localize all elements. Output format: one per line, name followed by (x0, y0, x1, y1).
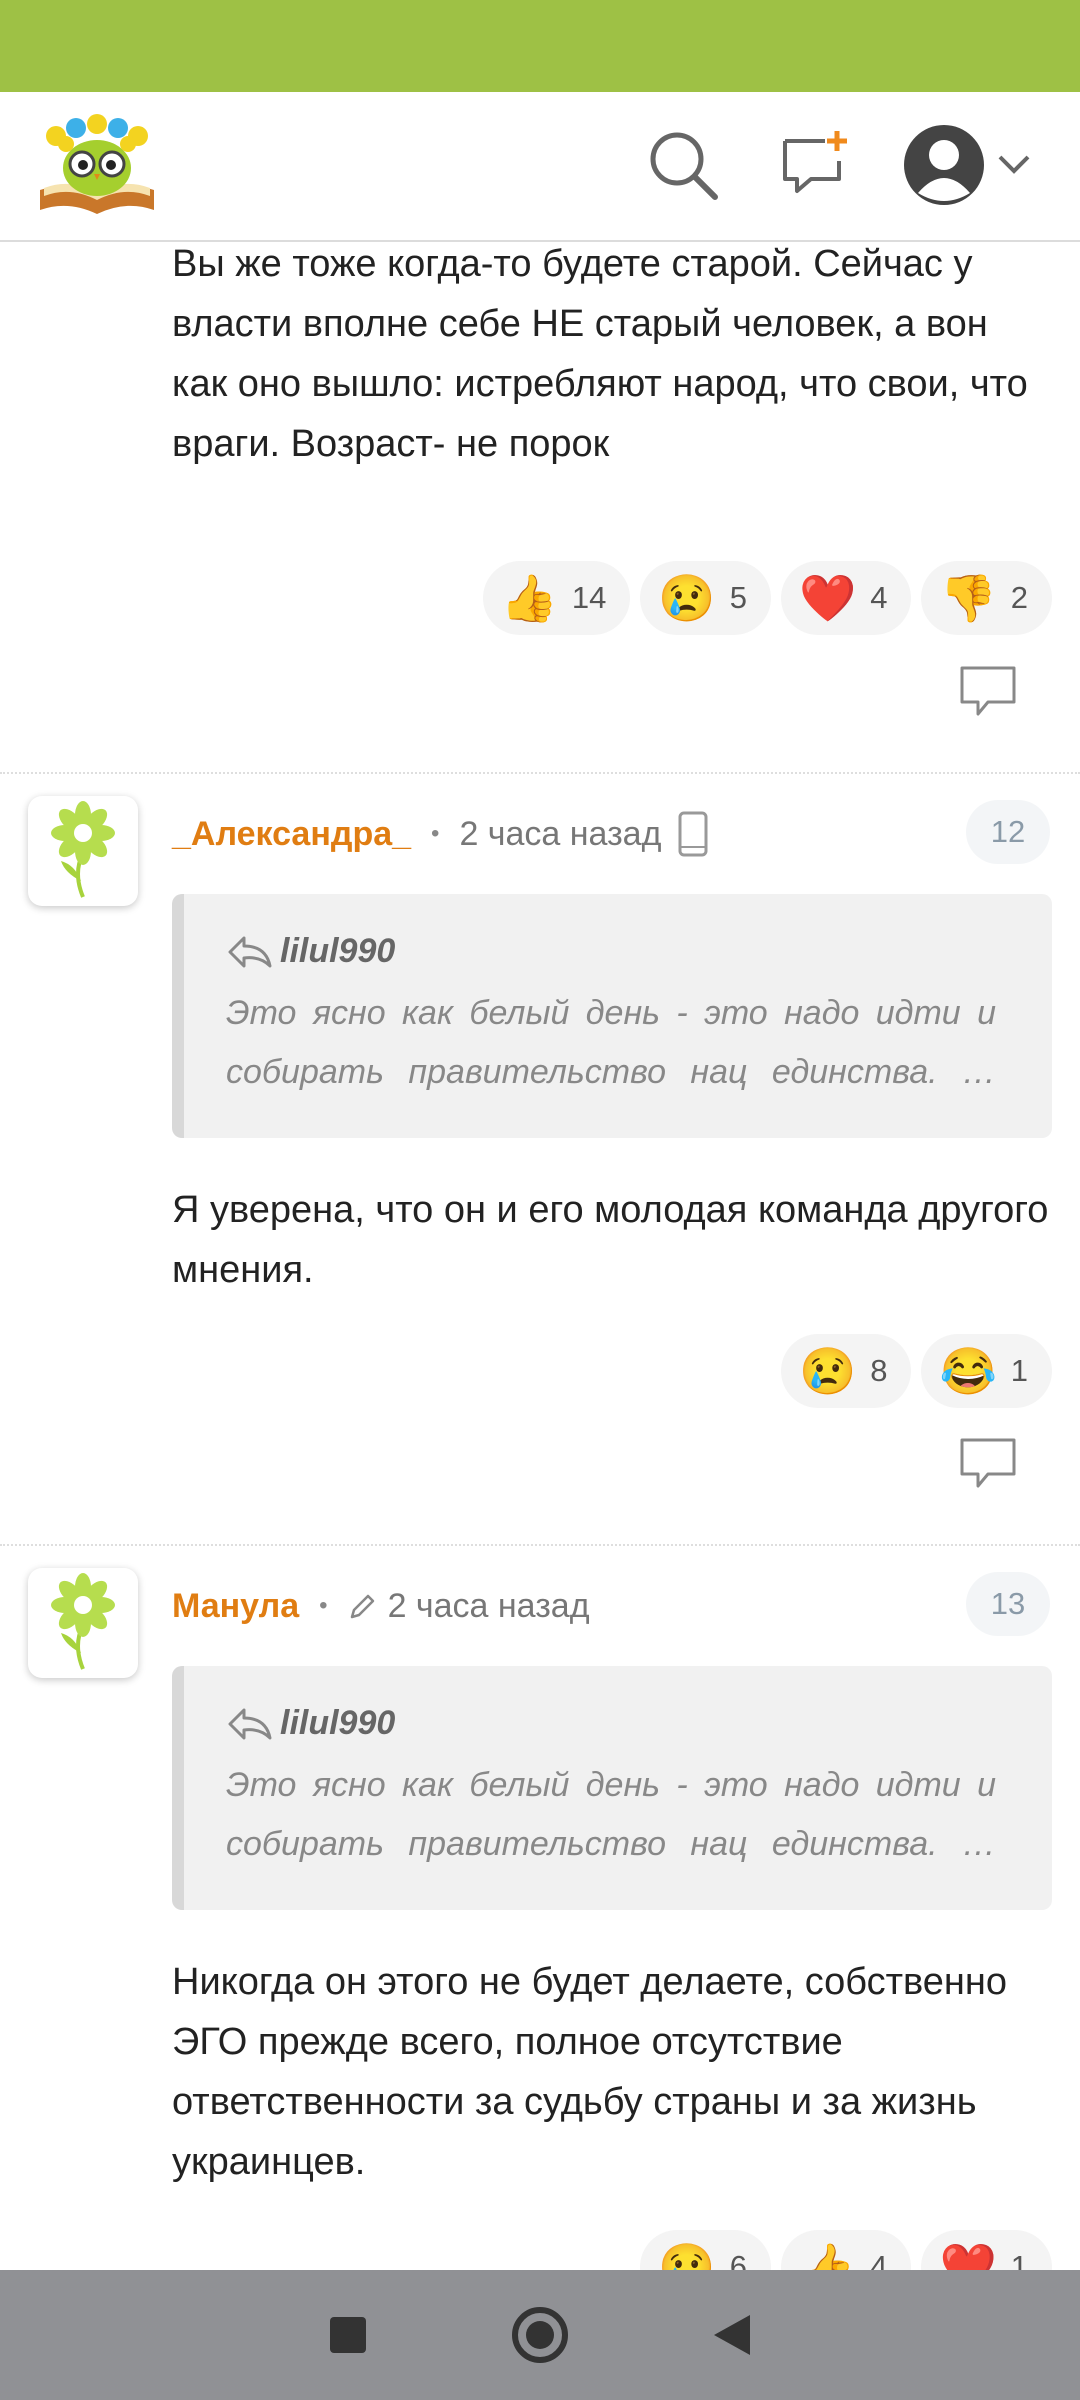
triangle-back-icon[interactable] (710, 2311, 754, 2359)
flower-avatar-icon (51, 801, 115, 898)
reaction-like-button[interactable]: 👍 14 (482, 561, 631, 635)
reaction-dislike-button[interactable]: 👎 2 (921, 561, 1052, 635)
avatar[interactable] (28, 1568, 138, 1678)
comment-divider (0, 1544, 1080, 1546)
reactions-bar: 👍 14 😢 5 ❤️ 4 👎 2 (482, 561, 1052, 635)
new-message-icon (783, 131, 847, 193)
reaction-sad-button[interactable]: 😢 5 (640, 561, 771, 635)
author-name[interactable]: Манула (172, 1587, 299, 1626)
pencil-edited-icon (350, 1594, 374, 1619)
comment-text: Я уверена, что он и его молодая команда … (172, 1189, 1049, 1291)
reaction-sad-button[interactable]: 😢 8 (780, 1334, 912, 1408)
circle-home-icon[interactable] (510, 2305, 570, 2365)
quoted-comment[interactable]: lilul990 Это ясно как белый день - это н… (172, 1666, 1052, 1910)
reply-arrow-icon (228, 1708, 272, 1739)
status-bar (0, 0, 1080, 92)
comment-divider (0, 772, 1080, 774)
quote-author: lilul990 (280, 1704, 396, 1742)
comment-number[interactable]: 12 (966, 800, 1050, 864)
reaction-laugh-button[interactable]: 😂 1 (921, 1334, 1052, 1408)
search-button[interactable] (638, 120, 728, 210)
reaction-heart-button[interactable]: ❤️ 4 (780, 561, 912, 635)
reactions-bar: 😢 6 👍 4 ❤️ 1 (640, 2230, 1052, 2270)
user-avatar-icon (904, 125, 984, 205)
reaction-sad-button[interactable]: 😢 6 (640, 2230, 771, 2270)
quoted-comment[interactable]: lilul990 Это ясно как белый день - это н… (172, 894, 1052, 1138)
quote-text: Это ясно как белый день - это надо идти … (226, 1766, 996, 1863)
comment-time: 2 часа назад (387, 1586, 590, 1625)
reaction-like-button[interactable]: 👍 4 (780, 2230, 912, 2270)
profile-menu-button[interactable] (898, 120, 1038, 210)
mobile-device-icon (678, 811, 708, 857)
comment-meta: Манула • 2 часа назад (172, 1576, 590, 1636)
reaction-heart-button[interactable]: ❤️ 1 (921, 2230, 1052, 2270)
comment-text: Вы же тоже когда-то будете старой. Сейча… (172, 243, 1028, 465)
system-navigation-bar (0, 2270, 1080, 2400)
reply-arrow-icon (228, 936, 272, 967)
separator-dot: • (431, 820, 440, 847)
comment-time: 2 часа назад (459, 814, 662, 853)
avatar[interactable] (28, 796, 138, 906)
square-recents-icon[interactable] (326, 2313, 370, 2357)
reply-icon[interactable] (958, 664, 1018, 720)
flower-avatar-icon (51, 1573, 115, 1670)
app-header (0, 92, 1080, 242)
comment-meta: _Александра_ • 2 часа назад (172, 804, 709, 864)
new-post-button[interactable] (770, 120, 860, 210)
comment-number[interactable]: 13 (966, 1572, 1050, 1636)
reply-icon[interactable] (958, 1436, 1018, 1492)
chevron-down-icon (998, 155, 1030, 174)
reactions-bar: 😢 8 😂 1 (780, 1334, 1052, 1408)
search-icon (650, 132, 718, 200)
quote-text: Это ясно как белый день - это надо идти … (226, 994, 996, 1091)
quote-author: lilul990 (280, 932, 396, 970)
comments-feed: Вы же тоже когда-то будете старой. Сейча… (0, 240, 1080, 2270)
separator-dot: • (319, 1592, 328, 1619)
comment-text: Никогда он этого не будет делаете, собст… (172, 1961, 1008, 2183)
author-name[interactable]: _Александра_ (172, 815, 411, 854)
owl-book-logo-icon[interactable] (34, 110, 160, 220)
